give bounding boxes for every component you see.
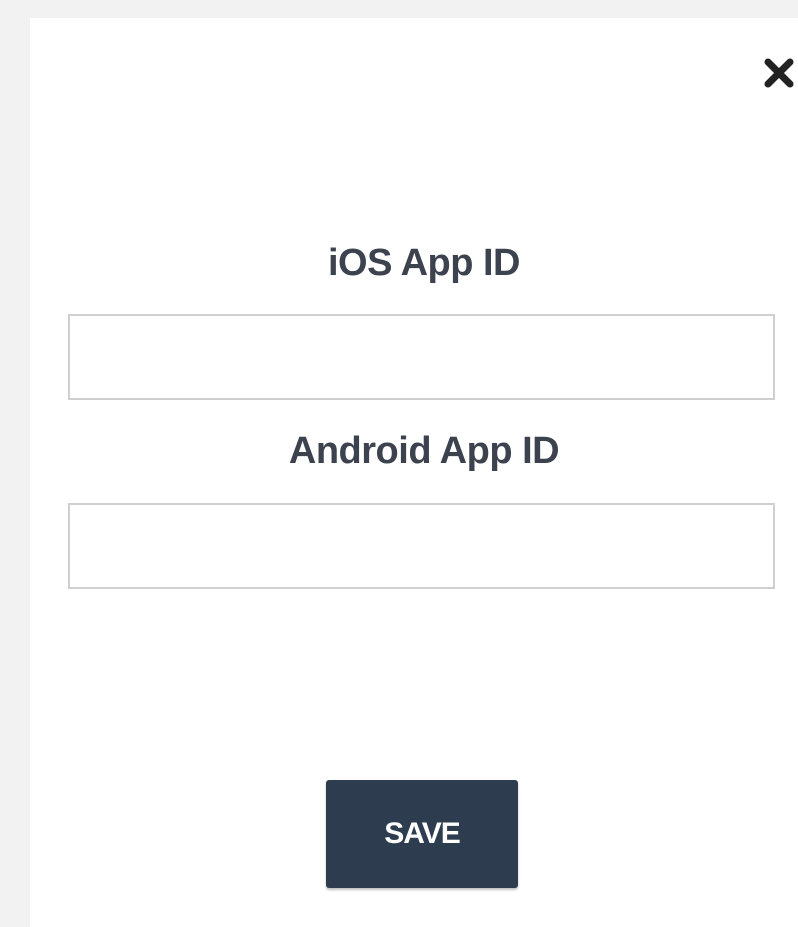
- ios-app-id-input[interactable]: [68, 314, 775, 400]
- close-icon: [764, 58, 794, 88]
- save-button[interactable]: SAVE: [326, 780, 518, 888]
- ios-app-id-label: iOS App ID: [327, 242, 521, 284]
- android-app-id-input[interactable]: [68, 503, 775, 589]
- close-button[interactable]: [762, 56, 796, 90]
- android-app-id-label: Android App ID: [288, 430, 560, 472]
